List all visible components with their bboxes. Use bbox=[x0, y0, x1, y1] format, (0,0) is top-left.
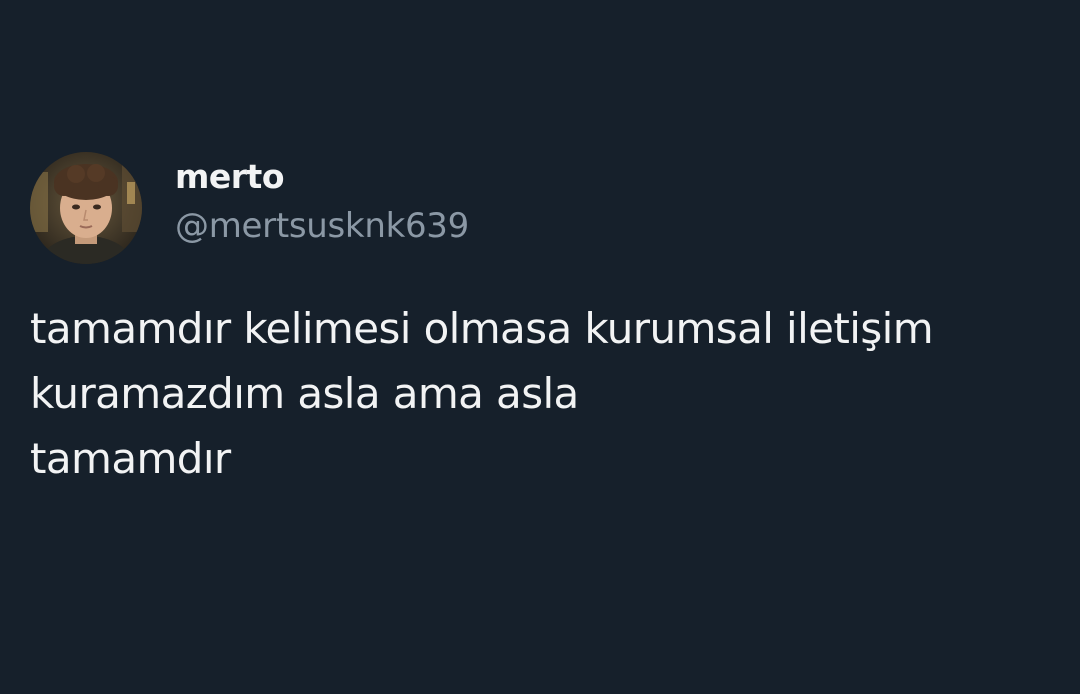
tweet-text-line-1: tamamdır kelimesi olmasa kurumsal iletiş… bbox=[30, 304, 934, 353]
tweet-header: merto @mertsusknk639 bbox=[30, 152, 469, 264]
profile-photo-avatar-icon bbox=[30, 152, 142, 264]
tweet-text: tamamdır kelimesi olmasa kurumsal iletiş… bbox=[30, 296, 1070, 491]
avatar[interactable] bbox=[30, 152, 142, 264]
tweet-text-line-3: tamamdır bbox=[30, 434, 231, 483]
author-display-name[interactable]: merto bbox=[175, 155, 469, 199]
author-names: merto @mertsusknk639 bbox=[175, 155, 469, 249]
tweet-card: merto @mertsusknk639 tamamdır kelimesi o… bbox=[0, 0, 1080, 694]
tweet-text-line-2: kuramazdım asla ama asla bbox=[30, 369, 579, 418]
author-handle[interactable]: @mertsusknk639 bbox=[175, 203, 469, 249]
